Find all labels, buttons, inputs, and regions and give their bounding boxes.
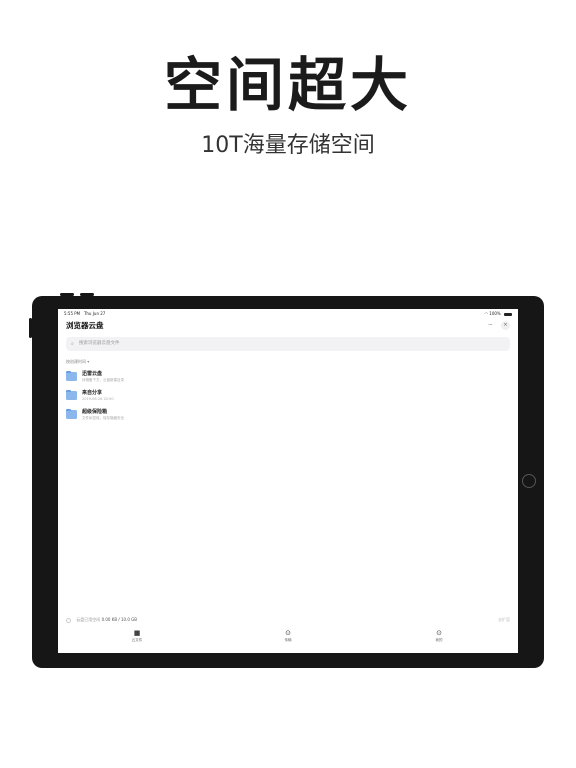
home-button[interactable] (522, 474, 536, 488)
folder-icon (66, 370, 77, 381)
page-title: 浏览器云盘 (66, 321, 104, 330)
tablet-screen: 5:55 PM Thu Jun 27 ◠ 100% 浏览器云盘 ··· × ⌕ … (58, 309, 518, 653)
folder-name: 迅雷云盘 (82, 371, 103, 377)
list-item[interactable]: 迅雷云盘 待储备下方，云盘新建目录 (66, 369, 266, 385)
profile-icon: ⊙ (436, 629, 442, 637)
promo-subline: 10T海量存储空间 (201, 133, 375, 158)
promo-headline: 空间超大 (163, 51, 412, 119)
tab-label: 云文件 (131, 638, 143, 642)
battery-percent: 100% (489, 311, 501, 316)
battery-icon (504, 312, 512, 316)
close-icon[interactable]: × (501, 321, 510, 330)
search-input[interactable]: ⌕ 搜索浏览器云盘文件 (66, 337, 510, 351)
folder-name: 超级保险箱 (82, 409, 108, 415)
tab-label: 传输 (284, 638, 292, 642)
tab-cloud-files[interactable]: ■ 云文件 (117, 629, 157, 643)
search-placeholder: 搜索浏览器云盘文件 (79, 341, 120, 346)
wifi-icon: ◠ (484, 311, 489, 316)
list-item[interactable]: 来自分享 2019-06-26 20:50 (66, 388, 266, 404)
folder-desc: 文件私密保，保存隐藏安全 (82, 416, 124, 420)
storage-label: 云盘已用空间 (76, 617, 101, 622)
tab-label: 我的 (435, 638, 443, 642)
list-item[interactable]: 超级保险箱 文件私密保，保存隐藏安全 (66, 407, 266, 423)
folder-desc: 2019-06-26 20:50 (82, 397, 114, 401)
folder-name: 来自分享 (82, 390, 103, 396)
status-bar: 5:55 PM Thu Jun 27 ◠ 100% (58, 309, 518, 318)
sort-dropdown[interactable]: 按创建时间 ▾ (66, 359, 89, 365)
folder-icon: ■ (133, 629, 141, 637)
more-icon[interactable]: ··· (488, 322, 493, 330)
storage-usage: 云盘已用空间 0.00 KB / 10.0 GB (66, 617, 137, 623)
transfer-icon: ⊙ (285, 629, 291, 637)
status-time: 5:55 PM (64, 311, 81, 316)
expand-storage-link[interactable]: 去扩容 (498, 617, 510, 623)
status-date: Thu Jun 27 (83, 311, 106, 316)
folder-desc: 待储备下方，云盘新建目录 (82, 378, 124, 382)
storage-value: 0.00 KB / 10.0 GB (101, 617, 138, 622)
folder-icon (66, 389, 77, 400)
search-icon: ⌕ (71, 341, 74, 347)
storage-check-icon[interactable] (66, 617, 71, 623)
tab-profile[interactable]: ⊙ 我的 (419, 629, 459, 643)
tab-transfer[interactable]: ⊙ 传输 (268, 629, 308, 643)
folder-icon (66, 408, 77, 419)
